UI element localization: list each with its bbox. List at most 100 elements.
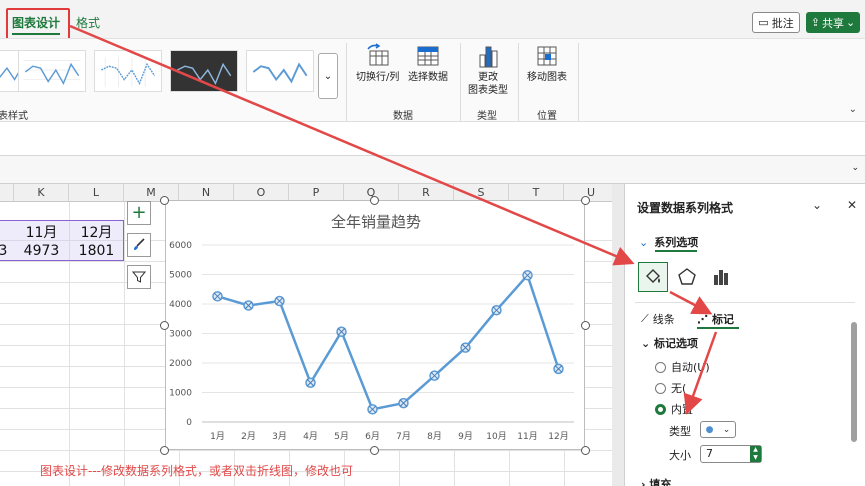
share-button[interactable]: ⇪ 共享 ⌄ — [806, 12, 860, 33]
column-header-l[interactable]: L — [69, 184, 124, 202]
x-tick-label: 5月 — [334, 431, 349, 442]
comment-button[interactable]: ▭ 批注 — [752, 12, 800, 33]
line-chart[interactable]: 全年销量趋势 0 1000 2000 3000 4000 5000 6000 1月 2月 3月 4月 5… — [165, 200, 585, 450]
format-data-series-pane: 设置数据系列格式 ⌄ ✕ ⌄ 系列选项 ⟋ 线条 ⋰ 标记 ⌄ 标记选项 自动(U) … — [624, 184, 865, 486]
formula-bar-area — [0, 122, 865, 156]
change-chart-type-label-1: 更改 — [478, 72, 498, 83]
marker-type-select[interactable]: ● ⌄ — [700, 421, 736, 438]
chart-filters-button[interactable] — [127, 265, 151, 289]
chart-elements-button[interactable]: + — [127, 201, 151, 225]
y-tick-label: 6000 — [169, 241, 192, 251]
gallery-more-button[interactable]: ⌄ — [318, 53, 338, 99]
change-chart-type-label-2: 图表类型 — [468, 85, 508, 96]
filter-icon — [132, 271, 146, 283]
ribbon-separator — [578, 43, 579, 121]
ribbon-separator — [518, 43, 519, 121]
resize-handle[interactable] — [160, 196, 169, 205]
fill-line-category[interactable] — [638, 262, 668, 292]
ribbon-separator — [346, 43, 347, 121]
brush-icon — [134, 238, 145, 250]
pentagon-icon — [678, 268, 696, 285]
chart-canvas[interactable]: 全年销量趋势 0 1000 2000 3000 4000 5000 6000 1月 2月 3月 4月 5… — [166, 201, 586, 451]
column-header-partial — [0, 184, 14, 202]
select-data-button[interactable]: 选择数据 — [408, 43, 448, 84]
marker-size-input[interactable]: 7 ▲ ▼ — [700, 445, 762, 463]
cell-partial-value[interactable]: 3 — [0, 243, 8, 259]
marker-options-section[interactable]: ⌄ 标记选项 — [641, 335, 698, 351]
share-icon: ⇪ — [810, 16, 820, 29]
sheet-vertical-scrollbar[interactable] — [612, 184, 624, 486]
chart-styles-group-label: 表样式 — [0, 111, 28, 122]
resize-handle[interactable] — [160, 446, 169, 455]
resize-handle[interactable] — [581, 446, 590, 455]
marker-type-label: 类型 — [669, 425, 691, 438]
cell-l-value[interactable]: 1801 — [69, 243, 124, 259]
data-group-label: 数据 — [393, 111, 413, 122]
y-tick-label: 3000 — [169, 330, 192, 340]
series-options-category[interactable] — [706, 262, 736, 292]
chevron-down-icon[interactable]: ⌄ — [812, 198, 822, 212]
radio-button-selected[interactable] — [655, 403, 666, 415]
line-subtab[interactable]: ⟋ 线条 — [641, 311, 675, 327]
size-spinner[interactable]: ▲ ▼ — [750, 446, 761, 462]
marker-builtin-label: 内置 — [671, 403, 693, 416]
chart-styles-button[interactable] — [127, 233, 151, 257]
paint-bucket-icon — [646, 269, 660, 283]
resize-handle[interactable] — [581, 321, 590, 330]
cell-k-value[interactable]: 4973 — [14, 243, 69, 259]
marker-auto-radio[interactable]: 自动(U) — [655, 359, 710, 375]
x-tick-label: 12月 — [548, 431, 568, 442]
pane-divider — [635, 302, 855, 303]
series-options-label: 系列选项 — [654, 236, 699, 249]
x-tick-label: 4月 — [303, 431, 318, 442]
active-subtab-indicator — [697, 327, 739, 329]
tab-format[interactable]: 格式 — [76, 14, 100, 31]
cell-k-header[interactable]: 11月 — [14, 222, 69, 242]
move-chart-button[interactable]: 移动图表 — [527, 43, 567, 84]
collapse-ribbon-icon[interactable]: ⌄ — [849, 104, 857, 115]
marker-none-radio[interactable]: 无( — [655, 380, 686, 396]
radio-button[interactable] — [655, 382, 666, 394]
effects-category[interactable] — [672, 262, 702, 292]
x-tick-label: 9月 — [458, 431, 473, 442]
marker-line-icon: ⋰ — [697, 312, 708, 326]
ribbon: ⌄ 表样式 切换行/列 选择数据 数据 更改 图表类型 类型 移动图表 位置 ⌄ — [0, 38, 865, 122]
close-icon[interactable]: ✕ — [847, 198, 857, 212]
y-tick-label: 4000 — [169, 300, 192, 310]
formula-bar[interactable]: ⌄ — [0, 156, 865, 184]
resize-handle[interactable] — [581, 196, 590, 205]
chart-style-thumb-3[interactable] — [94, 50, 162, 92]
pane-scrollbar-thumb[interactable] — [851, 322, 857, 442]
x-tick-label: 3月 — [272, 431, 287, 442]
chart-style-thumb-2[interactable] — [18, 50, 86, 92]
resize-handle[interactable] — [160, 321, 169, 330]
change-chart-type-button[interactable]: 更改 图表类型 — [468, 43, 508, 97]
series-options-tab[interactable]: ⌄ 系列选项 — [639, 234, 698, 250]
y-tick-label: 0 — [186, 418, 192, 428]
chevron-down-icon[interactable]: ⌄ — [851, 163, 859, 173]
chevron-down-icon: ⌄ — [846, 16, 856, 29]
column-header-k[interactable]: K — [14, 184, 69, 202]
y-tick-label: 2000 — [169, 359, 192, 369]
switch-row-column-button[interactable]: 切换行/列 — [356, 43, 399, 84]
x-tick-label: 1月 — [210, 431, 225, 442]
circle-marker-icon: ● — [705, 424, 714, 435]
cell-l-header[interactable]: 12月 — [69, 222, 124, 242]
worksheet[interactable]: K L M N O P Q R S T U 11月 12月 3 4973 180… — [0, 184, 612, 486]
chart-style-thumb-5[interactable] — [246, 50, 314, 92]
line-subtab-label: 线条 — [652, 313, 675, 326]
fill-section[interactable]: › 填充 — [641, 476, 671, 486]
resize-handle[interactable] — [370, 446, 379, 455]
marker-subtab[interactable]: ⋰ 标记 — [697, 311, 734, 327]
resize-handle[interactable] — [370, 196, 379, 205]
pane-title: 设置数据系列格式 — [637, 201, 734, 215]
move-chart-icon — [537, 46, 557, 66]
marker-auto-label: 自动(U) — [671, 361, 710, 374]
marker-builtin-radio[interactable]: 内置 — [655, 401, 693, 417]
y-tick-label: 1000 — [169, 389, 192, 399]
marker-size-label: 大小 — [669, 449, 691, 462]
radio-button[interactable] — [655, 361, 666, 373]
x-tick-label: 7月 — [396, 431, 411, 442]
share-label: 共享 — [822, 16, 844, 30]
chart-style-thumb-4[interactable] — [170, 50, 238, 92]
